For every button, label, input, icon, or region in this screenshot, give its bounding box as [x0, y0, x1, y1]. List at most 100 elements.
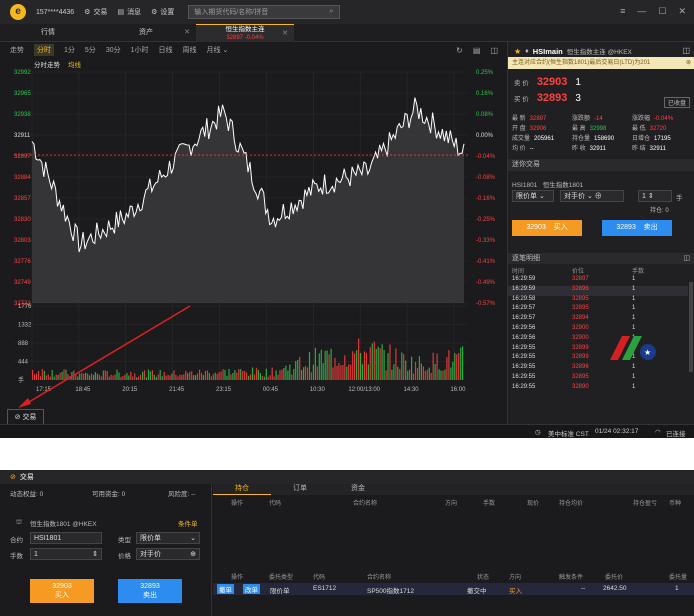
- volume-bar: [285, 365, 287, 380]
- qty-input[interactable]: 1 ⇕: [30, 548, 102, 560]
- close-tab-icon[interactable]: ✕: [184, 24, 190, 42]
- order-form: 动态权益: 0 可用资金: 0 风险度: -- ⛫ 恒生指数1801 @HKEX…: [0, 484, 212, 616]
- volume-bar: [450, 367, 452, 380]
- tab-orders[interactable]: 订单: [271, 484, 329, 495]
- refresh-icon[interactable]: ↻: [456, 46, 463, 55]
- qty-stepper[interactable]: 1 ⇕: [638, 190, 672, 202]
- layout-icon[interactable]: ▤: [473, 46, 481, 55]
- tab-assets[interactable]: 资产 ✕: [96, 24, 196, 42]
- tab-hsi-change: -0.04%: [244, 35, 264, 41]
- buy-label: 买 价: [514, 96, 529, 103]
- period-5m[interactable]: 5分: [85, 45, 96, 55]
- quick-buy-button[interactable]: 32903 买入: [512, 220, 582, 236]
- period-trend[interactable]: 走势: [10, 45, 24, 55]
- crosshair-icon[interactable]: ⊕: [595, 193, 602, 200]
- crosshair-icon[interactable]: ⊕: [190, 549, 196, 560]
- search-input[interactable]: 输入期货代码/名称/拼音 ⌕: [188, 5, 341, 19]
- volume-bar: [43, 371, 45, 380]
- price-type-select[interactable]: 对手价 ⌄ ⊕: [560, 190, 624, 202]
- volume-bar: [320, 349, 322, 380]
- volume-bar: [291, 374, 293, 380]
- stepper-icon[interactable]: ⇕: [648, 193, 654, 200]
- legend-avg: 均线: [68, 60, 82, 69]
- minimize-icon[interactable]: —: [637, 6, 646, 17]
- message-icon: ▤: [117, 9, 125, 16]
- sell-button[interactable]: 32893 卖出: [118, 579, 182, 603]
- tick-cell: 16:29:55: [512, 383, 536, 390]
- tab-quotes[interactable]: 行情: [0, 24, 96, 42]
- stepper-icon[interactable]: ⇕: [92, 549, 98, 560]
- top-bar: e 157****4436 ⚙ 交易 ▤ 消息 ⚙ 设置 输入期货代码/名称/拼音 ⌕ …: [0, 0, 694, 24]
- percent-tick-label: -0.08%: [476, 175, 496, 181]
- contract-input[interactable]: HSI1801: [30, 532, 102, 544]
- account-label[interactable]: 157****4436: [36, 9, 74, 16]
- cancel-order-button[interactable]: 撤单: [217, 584, 234, 594]
- period-timeshare[interactable]: 分时: [34, 44, 54, 56]
- volume-bar: [145, 377, 148, 380]
- order-row[interactable]: 撤单 改单 限价单 ES1712 SP500指数1712 撤交中 买入 -- 2…: [213, 583, 694, 595]
- volume-bar: [128, 375, 130, 380]
- conditional-order-link[interactable]: 条件单: [178, 518, 198, 528]
- time-tick-label: 20:15: [122, 387, 138, 393]
- order-type: 限价单: [270, 588, 290, 595]
- tab-hsi[interactable]: 恒生指数主连 32897 -0.04% ✕: [196, 24, 294, 42]
- popout-icon[interactable]: ◫: [683, 253, 690, 264]
- modify-order-button[interactable]: 改单: [243, 584, 260, 594]
- stat-item: 涨跌幅 -0.04%: [632, 113, 673, 122]
- volume-bar: [289, 364, 291, 380]
- stat-label: 日增仓: [632, 136, 651, 142]
- volume-bar: [187, 373, 189, 380]
- tab-quotes-label: 行情: [41, 29, 55, 36]
- volume-bar: [361, 364, 364, 380]
- expand-icon[interactable]: ◫: [682, 46, 690, 55]
- equity-text: 动态权益: 0: [10, 491, 44, 498]
- panel-icon[interactable]: ◫: [490, 46, 498, 55]
- tick-row: 16:29:59 32897 1: [508, 276, 688, 286]
- ticks-scrollbar[interactable]: [689, 282, 693, 372]
- period-day[interactable]: 日线: [159, 45, 173, 55]
- menu-icon[interactable]: ≡: [620, 6, 625, 17]
- quick-sell-price: 32893: [616, 224, 636, 231]
- order-type-select[interactable]: 限价单 ⌄: [512, 190, 554, 202]
- price-tick-label: 32897: [14, 154, 31, 160]
- volume-bar: [236, 372, 238, 380]
- time-tick-label: 14:30: [404, 387, 420, 393]
- volume-bar: [191, 371, 193, 380]
- tick-cell: 1: [632, 276, 636, 282]
- trade-button[interactable]: ⊘ 交易: [7, 409, 44, 425]
- close-notice-icon[interactable]: ⊗: [686, 57, 691, 69]
- maximize-icon[interactable]: ☐: [658, 6, 666, 17]
- bell-icon[interactable]: ♦: [525, 48, 529, 55]
- stat-item: 均 价 --: [512, 143, 534, 152]
- volume-bar: [59, 372, 61, 380]
- search-icon[interactable]: ⌕: [329, 8, 333, 16]
- quick-sell-button[interactable]: 32893 卖出: [602, 220, 672, 236]
- close-tab-icon[interactable]: ✕: [282, 30, 288, 38]
- star-icon[interactable]: ★: [514, 47, 521, 56]
- price-select[interactable]: 对手价 ⊕: [136, 548, 200, 560]
- volume-bar: [314, 347, 316, 380]
- volume-bar: [306, 367, 309, 380]
- period-1h[interactable]: 1小时: [131, 45, 149, 55]
- menu-trade[interactable]: ⚙ 交易: [84, 7, 107, 17]
- volume-bar: [69, 375, 71, 380]
- type-select[interactable]: 限价单 ⌄: [136, 532, 200, 544]
- volume-bar: [49, 376, 51, 380]
- menu-settings[interactable]: ⚙ 设置: [151, 7, 174, 17]
- close-icon[interactable]: ✕: [678, 6, 686, 17]
- period-month[interactable]: 月线 ⌄: [207, 45, 229, 55]
- volume-bar: [212, 374, 214, 380]
- tab-positions[interactable]: 持仓: [213, 484, 271, 495]
- period-week[interactable]: 周线: [183, 45, 197, 55]
- timeshare-chart[interactable]: 分时走势 均线 32992 32965 32938 32911 32897 32884 32…: [0, 58, 506, 408]
- menu-messages[interactable]: ▤ 消息: [117, 7, 141, 17]
- volume-bar: [420, 363, 422, 380]
- volume-bar: [167, 375, 169, 380]
- tab-funds[interactable]: 资金: [329, 484, 387, 495]
- volume-bar: [244, 370, 246, 380]
- period-30m[interactable]: 30分: [106, 45, 121, 55]
- logo-icon: e: [10, 4, 26, 20]
- volume-bar: [169, 375, 171, 380]
- period-1m[interactable]: 1分: [64, 45, 75, 55]
- buy-button[interactable]: 32903 买入: [30, 579, 94, 603]
